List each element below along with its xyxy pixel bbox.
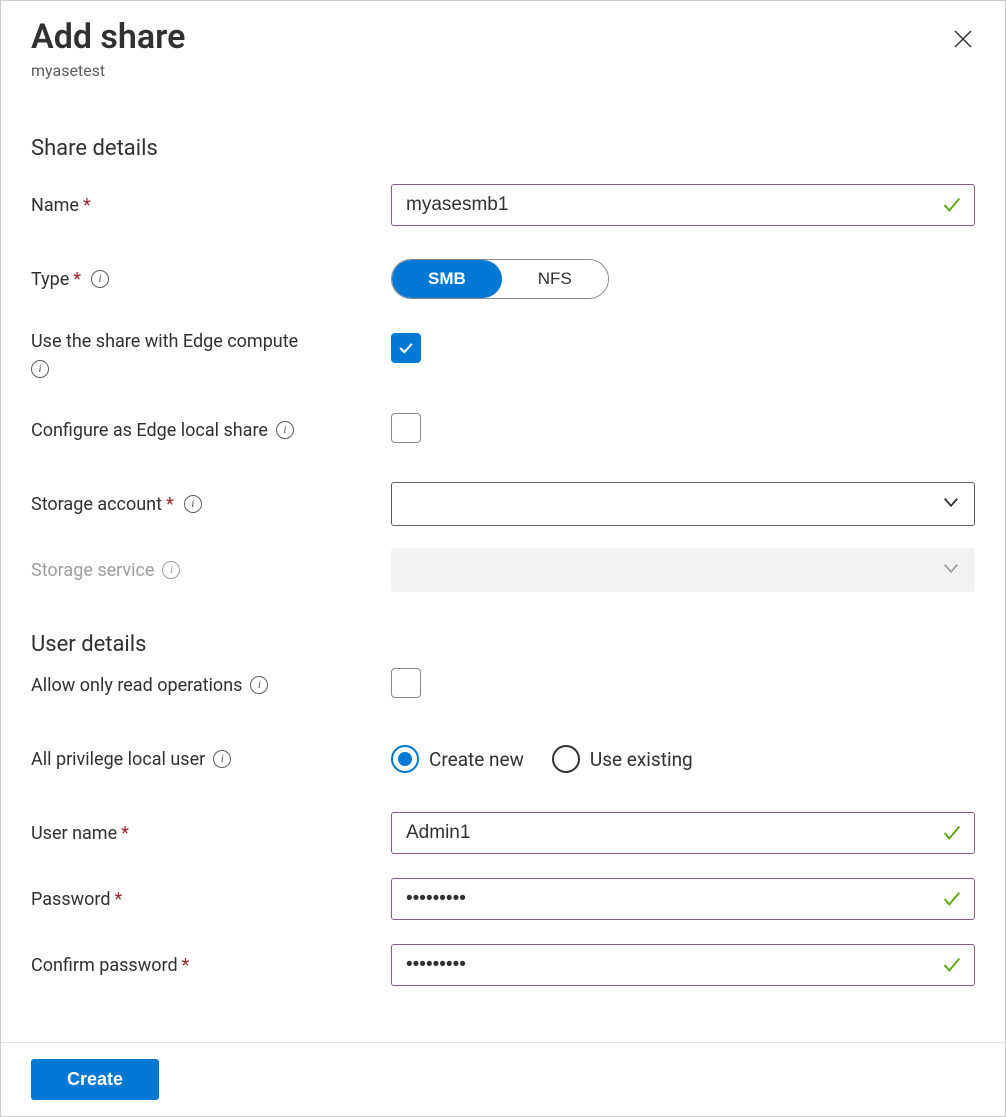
create-button[interactable]: Create <box>31 1059 159 1100</box>
info-icon[interactable] <box>184 495 202 513</box>
password-label: Password* <box>31 889 391 910</box>
type-label: Type* <box>31 269 391 290</box>
chevron-down-icon <box>942 493 960 511</box>
panel-body: Add share myasetest Share details Name* … <box>1 1 1005 1043</box>
required-indicator: * <box>115 889 123 910</box>
privilege-label: All privilege local user <box>31 749 391 770</box>
info-icon[interactable] <box>250 676 268 694</box>
password-input[interactable] <box>391 878 975 920</box>
info-icon[interactable] <box>31 360 49 378</box>
read-only-label: Allow only read operations <box>31 675 391 696</box>
storage-service-label: Storage service <box>31 560 391 581</box>
type-option-smb[interactable]: SMB <box>392 260 502 298</box>
name-input[interactable] <box>391 184 975 226</box>
page-title: Add share <box>31 17 975 57</box>
storage-service-dropdown <box>391 548 975 592</box>
storage-account-dropdown[interactable] <box>391 482 975 526</box>
info-icon[interactable] <box>276 421 294 439</box>
close-button[interactable] <box>949 25 977 53</box>
info-icon[interactable] <box>213 750 231 768</box>
info-icon[interactable] <box>91 270 109 288</box>
storage-account-label: Storage account* <box>31 494 391 515</box>
name-label: Name* <box>31 195 391 216</box>
panel-footer: Create <box>1 1043 1005 1116</box>
radio-use-existing[interactable]: Use existing <box>552 745 693 773</box>
required-indicator: * <box>166 494 174 515</box>
section-share-details: Share details <box>31 136 975 161</box>
close-icon <box>953 29 973 49</box>
user-mode-radio-group: Create new Use existing <box>391 745 975 773</box>
required-indicator: * <box>73 269 81 290</box>
radio-create-new[interactable]: Create new <box>391 745 524 773</box>
add-share-panel: Add share myasetest Share details Name* … <box>0 0 1006 1117</box>
required-indicator: * <box>83 195 91 216</box>
edge-compute-checkbox[interactable] <box>391 333 421 363</box>
required-indicator: * <box>121 823 129 844</box>
edge-compute-label: Use the share with Edge compute <box>31 331 391 378</box>
radio-icon <box>552 745 580 773</box>
confirm-password-input[interactable] <box>391 944 975 986</box>
username-label: User name* <box>31 823 391 844</box>
type-option-nfs[interactable]: NFS <box>502 260 608 298</box>
confirm-password-label: Confirm password* <box>31 955 391 976</box>
required-indicator: * <box>182 955 190 976</box>
radio-icon <box>391 745 419 773</box>
read-only-checkbox[interactable] <box>391 668 421 698</box>
edge-local-checkbox[interactable] <box>391 413 421 443</box>
chevron-down-icon <box>942 559 960 577</box>
edge-local-label: Configure as Edge local share <box>31 420 391 441</box>
username-input[interactable] <box>391 812 975 854</box>
type-toggle: SMB NFS <box>391 259 609 299</box>
page-subtitle: myasetest <box>31 61 975 80</box>
check-icon <box>396 338 416 358</box>
section-user-details: User details <box>31 632 975 657</box>
info-icon <box>162 561 180 579</box>
